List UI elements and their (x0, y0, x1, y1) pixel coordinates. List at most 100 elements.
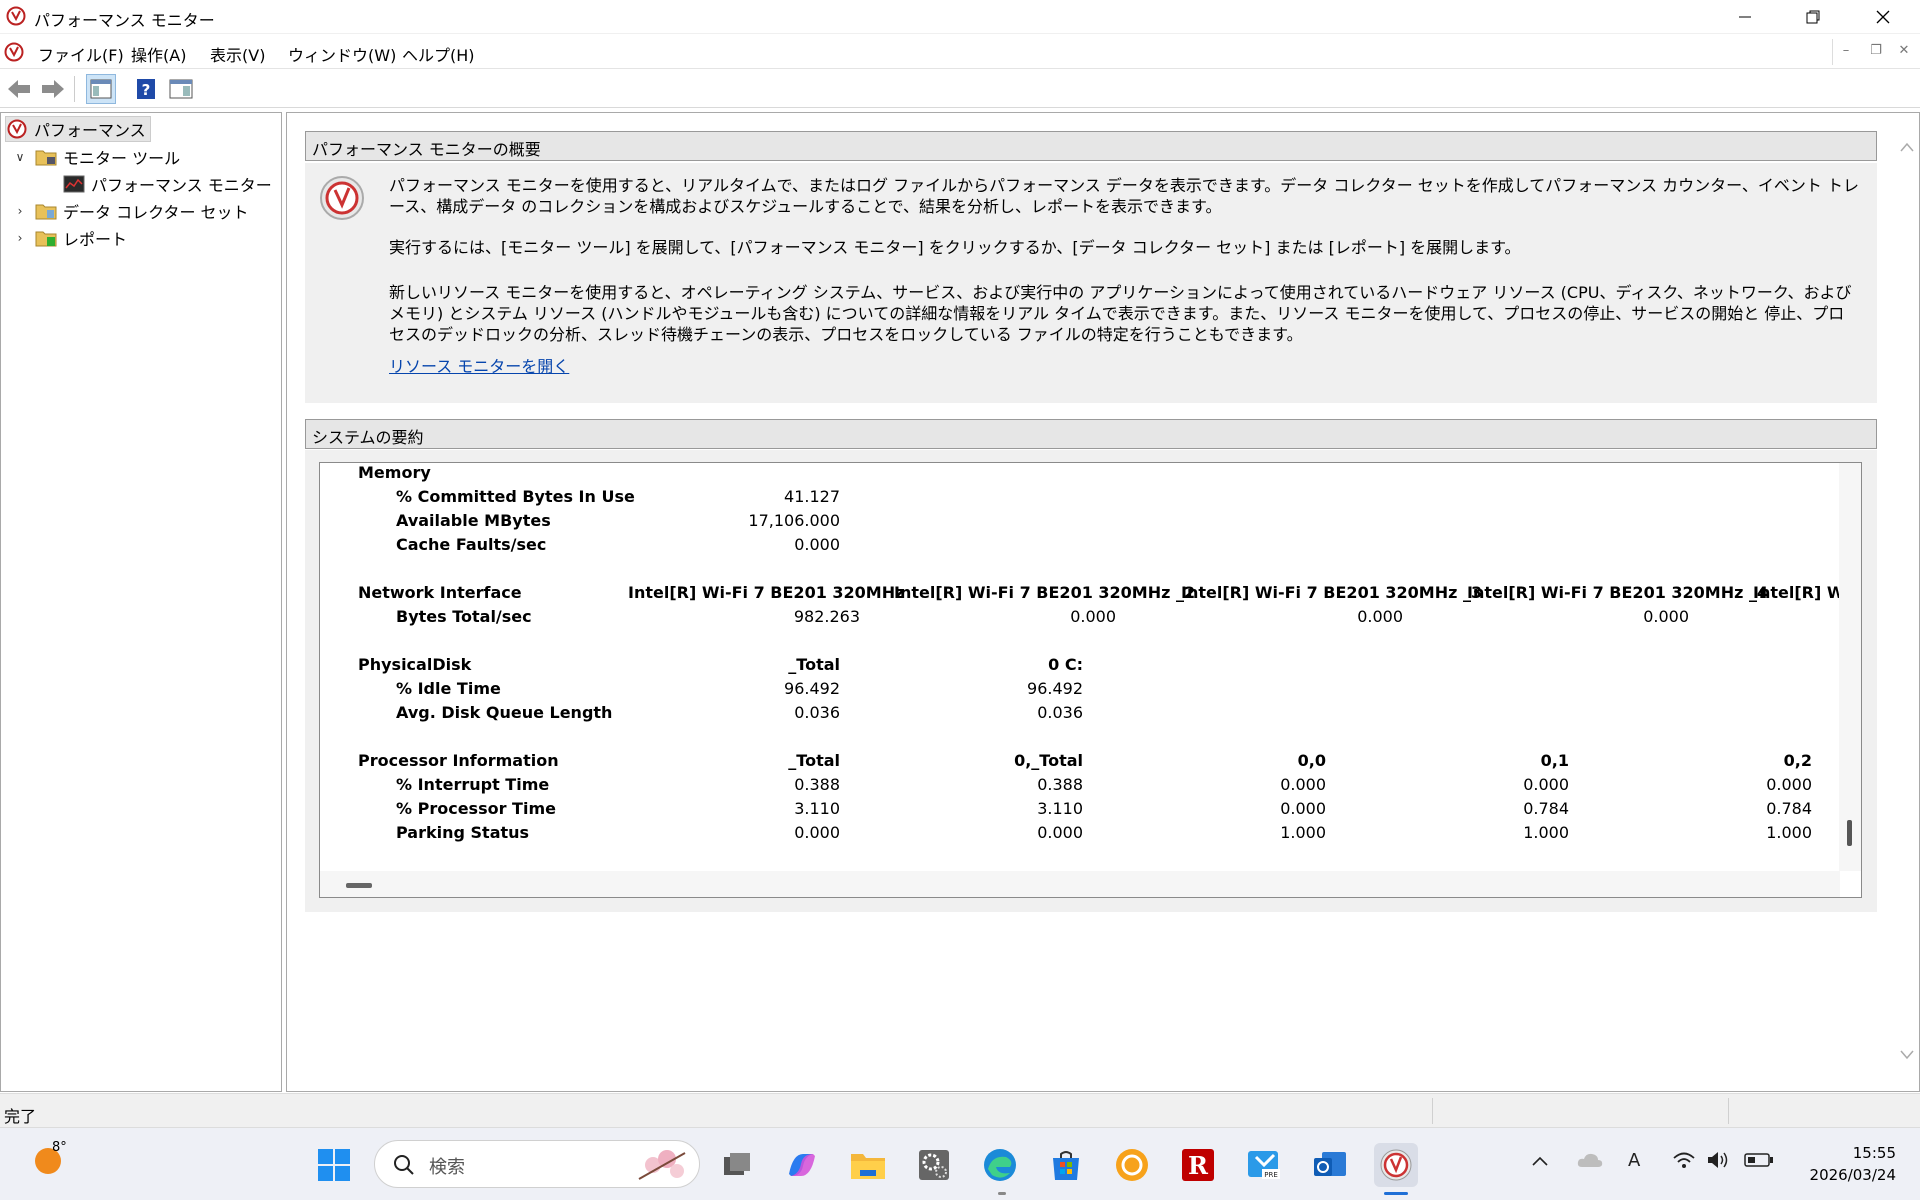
svg-text:R: R (1188, 1151, 1209, 1180)
menu-view[interactable]: 表示(V) (210, 42, 265, 66)
main-vertical-scrollbar[interactable] (1895, 113, 1919, 1091)
counter-value: 0.388 (794, 775, 840, 794)
counter-value: 0.784 (1523, 799, 1569, 818)
counter-name: % Processor Time (396, 799, 556, 818)
counter-value: 0.000 (1280, 775, 1326, 794)
close-button[interactable] (1848, 0, 1918, 34)
forward-button[interactable] (38, 74, 68, 104)
summary-horizontal-scrollbar[interactable] (320, 871, 1840, 897)
help-button[interactable]: ? (131, 74, 161, 104)
menu-help[interactable]: ヘルプ(H) (402, 42, 475, 66)
tree-item-label: パフォーマンス モニター (91, 176, 272, 195)
outlook-icon (1314, 1152, 1346, 1176)
edge-browser-button[interactable] (978, 1143, 1022, 1187)
volume-icon[interactable] (1706, 1150, 1730, 1170)
task-view-button[interactable] (716, 1143, 760, 1187)
active-window-indicator (1384, 1192, 1408, 1195)
start-button[interactable] (312, 1143, 356, 1187)
svg-text:?: ? (142, 81, 151, 99)
reports-folder-icon (35, 231, 57, 247)
title-bar: パフォーマンス モニター (0, 0, 1920, 34)
menu-window[interactable]: ウィンドウ(W) (288, 42, 396, 66)
restore-button[interactable] (1778, 0, 1848, 34)
action-pane-icon (169, 79, 193, 99)
instance-header: 0 C: (1048, 655, 1083, 674)
vertical-scroll-thumb[interactable] (1847, 820, 1852, 846)
counter-name: Available MBytes (396, 511, 551, 530)
show-hidden-icons-chevron-up-icon[interactable] (1530, 1154, 1550, 1168)
tree-item-data-collector-sets[interactable]: データ コレクター セット (35, 198, 249, 224)
performance-icon (7, 119, 27, 139)
tree-item-monitor-tools[interactable]: モニター ツール (35, 144, 180, 170)
tree-item-performance[interactable]: パフォーマンス (5, 116, 151, 142)
file-explorer-button[interactable] (846, 1143, 890, 1187)
status-divider (1432, 1098, 1433, 1124)
counter-name: % Committed Bytes In Use (396, 487, 635, 506)
instance-header: 0,2 (1783, 751, 1812, 770)
battery-icon[interactable] (1744, 1152, 1774, 1168)
instance-header: 0,_Total (1014, 751, 1083, 770)
expand-data-collector-chevron-right-icon[interactable]: › (13, 204, 27, 218)
category-physical-disk: PhysicalDisk (358, 655, 472, 674)
scroll-up-chevron-icon[interactable] (1899, 141, 1915, 153)
expand-monitor-tools-chevron-down-icon[interactable]: ∨ (13, 150, 27, 164)
console-tree: パフォーマンス ∨ モニター ツール パフォーマンス モニター › データ コレ… (0, 112, 282, 1092)
mdi-close-button[interactable]: ✕ (1893, 43, 1915, 63)
settings-app-button[interactable] (912, 1143, 956, 1187)
menu-file[interactable]: ファイル(F) (38, 42, 124, 66)
tree-item-performance-monitor[interactable]: パフォーマンス モニター (63, 171, 272, 197)
mdi-child-icon[interactable] (4, 42, 24, 62)
show-hide-console-tree-button[interactable] (86, 74, 116, 104)
horizontal-scroll-thumb[interactable] (346, 883, 372, 888)
ime-indicator[interactable]: A (1628, 1150, 1640, 1171)
scroll-down-chevron-icon[interactable] (1899, 1049, 1915, 1061)
copilot-button[interactable] (780, 1143, 824, 1187)
minimize-button[interactable] (1710, 0, 1780, 34)
orange-app-button[interactable] (1110, 1143, 1154, 1187)
counter-value: 0.000 (1766, 775, 1812, 794)
wifi-icon[interactable] (1672, 1150, 1696, 1170)
console-tree-icon (90, 79, 112, 99)
counter-value: 41.127 (784, 487, 840, 506)
system-summary-section-header: システムの要約 (305, 419, 1877, 449)
search-box[interactable]: 検索 (374, 1140, 700, 1188)
folder-icon (35, 150, 57, 166)
counter-value: 1.000 (1766, 823, 1812, 842)
instance-header: Intel[R] W (1753, 583, 1845, 602)
counter-name: Avg. Disk Queue Length (396, 703, 613, 722)
system-clock[interactable]: 15:55 2026/03/24 (1796, 1142, 1896, 1186)
perfmon-icon (1380, 1149, 1412, 1181)
performance-monitor-taskbar-button[interactable] (1374, 1143, 1418, 1187)
show-action-pane-button[interactable] (166, 74, 196, 104)
menu-action[interactable]: 操作(A) (131, 42, 186, 66)
outlook-button[interactable] (1308, 1143, 1352, 1187)
main-pane: パフォーマンス モニターの概要 パフォーマンス モニターを使用すると、リアルタイ… (286, 112, 1920, 1092)
onedrive-cloud-icon[interactable] (1576, 1150, 1604, 1170)
microsoft-store-button[interactable] (1044, 1143, 1088, 1187)
counter-name: % Interrupt Time (396, 775, 550, 794)
counter-value: 0.784 (1766, 799, 1812, 818)
back-button[interactable] (4, 74, 34, 104)
open-resource-monitor-link[interactable]: リソース モニターを開く (389, 353, 569, 377)
data-collector-folder-icon (35, 204, 57, 220)
rakuten-app-button[interactable]: R (1176, 1143, 1220, 1187)
weather-widget[interactable]: 8° (24, 1138, 74, 1182)
expand-reports-chevron-right-icon[interactable]: › (13, 231, 27, 245)
mdi-minimize-button[interactable]: – (1835, 43, 1857, 63)
running-indicator (998, 1192, 1006, 1195)
menu-divider (1832, 39, 1833, 65)
weather-temp: 8° (52, 1140, 67, 1155)
toolbar: ? (0, 70, 1920, 108)
preview-app-button[interactable]: PRE (1242, 1143, 1286, 1187)
tree-item-reports[interactable]: レポート (35, 225, 127, 251)
counter-value: 0.000 (794, 823, 840, 842)
tree-item-label: モニター ツール (63, 149, 181, 168)
instance-header: 0,0 (1297, 751, 1326, 770)
clock-time: 15:55 (1852, 1144, 1896, 1162)
summary-vertical-scrollbar[interactable] (1839, 463, 1861, 871)
counter-name: Bytes Total/sec (396, 607, 532, 626)
system-summary-panel: Memory % Committed Bytes In Use 41.127 A… (305, 450, 1877, 912)
mdi-restore-button[interactable]: ❐ (1865, 43, 1887, 63)
overview-paragraph-1: パフォーマンス モニターを使用すると、リアルタイムで、またはログ ファイルからパ… (389, 176, 1860, 216)
clock-date: 2026/03/24 (1809, 1166, 1896, 1184)
